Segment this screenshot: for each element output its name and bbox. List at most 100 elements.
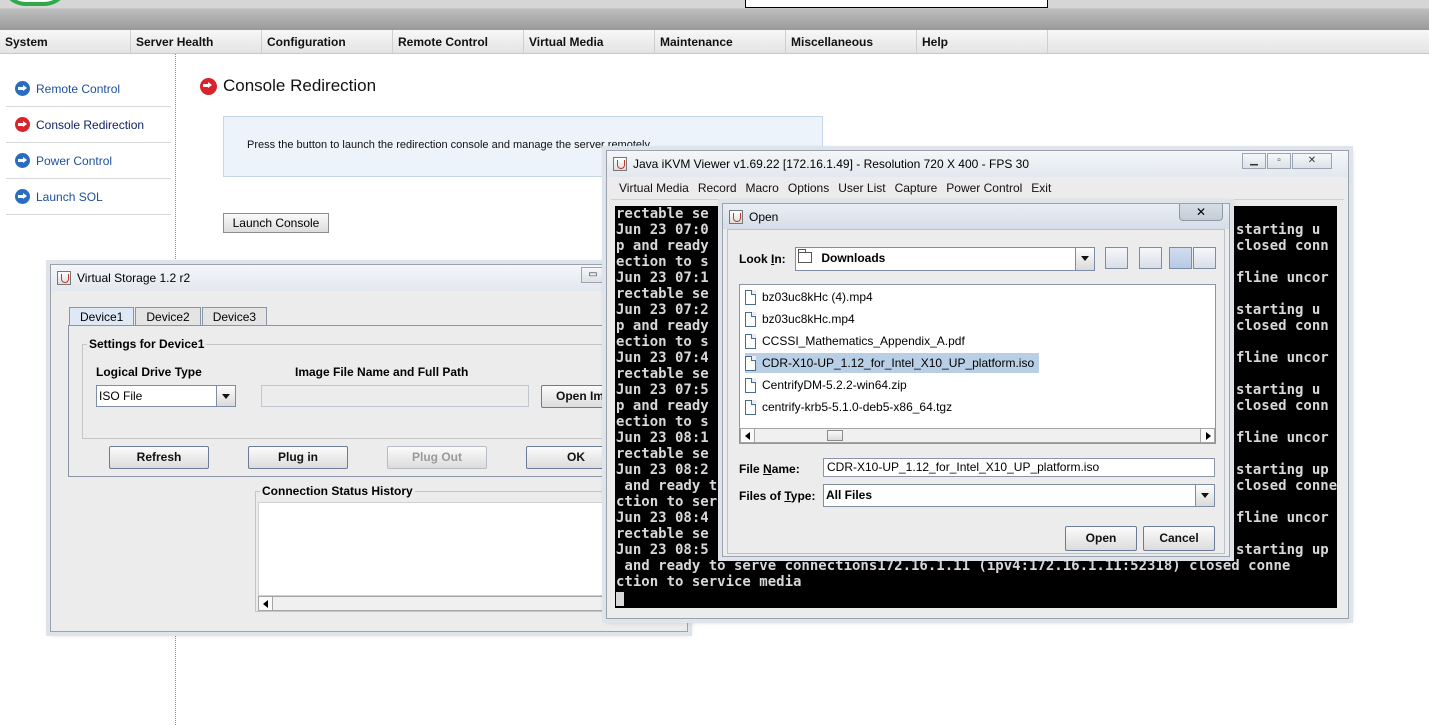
image-path-field[interactable] bbox=[261, 385, 529, 407]
look-in-select[interactable]: Downloads bbox=[795, 247, 1095, 271]
virtual-storage-window: Virtual Storage 1.2 r2 ▭ Device1 Device2… bbox=[50, 264, 688, 632]
refresh-button[interactable]: Refresh bbox=[109, 446, 209, 469]
menu-maintenance[interactable]: Maintenance bbox=[655, 30, 786, 54]
console-line-fragment: fline uncor bbox=[1236, 510, 1329, 526]
console-line: and ready t bbox=[616, 478, 718, 494]
details-view-icon[interactable] bbox=[1193, 247, 1216, 269]
file-item[interactable]: CCSSI_Mathematics_Appendix_A.pdf bbox=[745, 331, 970, 351]
scroll-right-icon[interactable] bbox=[1200, 429, 1214, 442]
file-name-input[interactable]: CDR-X10-UP_1.12_for_Intel_X10_UP_platfor… bbox=[823, 458, 1215, 477]
kvm-menu-macro[interactable]: Macro bbox=[746, 178, 788, 199]
kvm-menu-power-control[interactable]: Power Control bbox=[946, 178, 1031, 199]
sidebar-item-power-control[interactable]: Power Control bbox=[6, 143, 171, 179]
tab-device3[interactable]: Device3 bbox=[201, 307, 268, 326]
menu-remote-control[interactable]: Remote Control bbox=[393, 30, 524, 54]
open-button[interactable]: Open bbox=[1065, 526, 1137, 551]
console-line-fragment: fline uncor bbox=[1236, 270, 1329, 286]
menu-miscellaneous[interactable]: Miscellaneous bbox=[786, 30, 917, 54]
folder-icon bbox=[798, 249, 812, 263]
file-list-hscrollbar[interactable] bbox=[740, 428, 1215, 443]
kvm-menu-exit[interactable]: Exit bbox=[1031, 178, 1060, 199]
home-folder-icon[interactable] bbox=[1139, 247, 1162, 269]
file-name: centrify-krb5-5.1.0-deb5-x86_64.tgz bbox=[762, 400, 953, 414]
file-icon bbox=[745, 355, 756, 371]
menu-help[interactable]: Help bbox=[917, 30, 1048, 54]
kvm-menu-options[interactable]: Options bbox=[788, 178, 838, 199]
console-line-fragment: fline uncor bbox=[1236, 430, 1329, 446]
file-item[interactable]: centrify-krb5-5.1.0-deb5-x86_64.tgz bbox=[745, 397, 957, 417]
scroll-thumb[interactable] bbox=[827, 430, 843, 441]
file-name-label: File Name: bbox=[739, 462, 800, 476]
close-button[interactable]: ✕ bbox=[1179, 204, 1223, 221]
console-line-fragment: starting u bbox=[1236, 382, 1321, 398]
drive-type-select[interactable]: ISO File bbox=[96, 385, 236, 407]
chevron-down-icon bbox=[216, 386, 235, 406]
up-folder-icon[interactable] bbox=[1105, 247, 1128, 269]
cancel-button[interactable]: Cancel bbox=[1143, 526, 1215, 551]
sidebar-item-console-redirection[interactable]: Console Redirection bbox=[6, 107, 171, 143]
file-list[interactable]: bz03uc8kHc (4).mp4 bz03uc8kHc.mp4 CCSSI_… bbox=[739, 284, 1216, 444]
chevron-down-icon bbox=[1075, 248, 1094, 270]
minimize-button[interactable]: ▭ bbox=[581, 267, 605, 283]
files-of-type-select[interactable]: All Files bbox=[823, 484, 1215, 507]
minimize-button[interactable]: ▁ bbox=[1242, 153, 1266, 169]
sidebar-item-launch-sol[interactable]: Launch SOL bbox=[6, 179, 171, 215]
device-tabs: Device1 Device2 Device3 bbox=[69, 307, 268, 327]
console-line: ection to s bbox=[616, 414, 709, 430]
tab-device1[interactable]: Device1 bbox=[69, 307, 135, 327]
menu-server-health[interactable]: Server Health bbox=[131, 30, 262, 54]
history-title: Connection Status History bbox=[260, 484, 415, 498]
ikvm-titlebar[interactable]: Java iKVM Viewer v1.69.22 [172.16.1.49] … bbox=[607, 151, 1348, 177]
console-line: rectable se bbox=[616, 526, 709, 542]
console-line: Jun 23 08:5 bbox=[616, 542, 709, 558]
console-line: Jun 23 07:5 bbox=[616, 382, 709, 398]
top-banner bbox=[0, 0, 1429, 30]
plug-out-button[interactable]: Plug Out bbox=[387, 446, 487, 469]
page-title: Console Redirection bbox=[200, 76, 376, 96]
file-name: CDR-X10-UP_1.12_for_Intel_X10_UP_platfor… bbox=[762, 356, 1035, 370]
sidebar-item-remote-control[interactable]: Remote Control bbox=[6, 71, 171, 107]
file-item[interactable]: CentrifyDM-5.2.2-win64.zip bbox=[745, 375, 912, 395]
console-line-fragment: closed conne bbox=[1236, 478, 1337, 494]
open-dialog-body: Look In: Downloads bz03uc8kHc (4).mp4 bz… bbox=[727, 229, 1225, 554]
console-line-fragment: closed conn bbox=[1236, 398, 1329, 414]
console-line: rectable se bbox=[616, 446, 709, 462]
console-line-fragment: starting u bbox=[1236, 302, 1321, 318]
java-icon bbox=[613, 157, 627, 171]
console-line: Jun 23 08:1 bbox=[616, 430, 709, 446]
console-line: Jun 23 07:1 bbox=[616, 270, 709, 286]
open-dialog-titlebar[interactable]: Open bbox=[723, 204, 1229, 229]
file-item[interactable]: bz03uc8kHc (4).mp4 bbox=[745, 287, 878, 307]
launch-console-button[interactable]: Launch Console bbox=[223, 213, 329, 233]
file-name: CentrifyDM-5.2.2-win64.zip bbox=[762, 378, 907, 392]
arrow-circle-blue-icon bbox=[15, 81, 30, 96]
list-view-icon[interactable] bbox=[1169, 247, 1192, 269]
close-button[interactable]: ✕ bbox=[1292, 153, 1332, 169]
menu-system[interactable]: System bbox=[0, 30, 131, 54]
file-icon bbox=[745, 377, 756, 393]
console-line: Jun 23 08:2 bbox=[616, 462, 709, 478]
look-in-label: Look In: bbox=[739, 252, 786, 266]
console-line-fragment: closed conn bbox=[1236, 238, 1329, 254]
menu-configuration[interactable]: Configuration bbox=[262, 30, 393, 54]
scroll-left-icon[interactable] bbox=[741, 429, 755, 442]
arrow-circle-red-icon bbox=[200, 77, 217, 95]
file-icon bbox=[745, 333, 756, 349]
window-controls: ▭ bbox=[581, 267, 605, 283]
file-item[interactable]: bz03uc8kHc.mp4 bbox=[745, 309, 860, 329]
file-item-selected[interactable]: CDR-X10-UP_1.12_for_Intel_X10_UP_platfor… bbox=[745, 353, 1040, 373]
kvm-menu-record[interactable]: Record bbox=[698, 178, 746, 199]
kvm-menu-capture[interactable]: Capture bbox=[895, 178, 947, 199]
sidebar-item-label: Launch SOL bbox=[36, 189, 103, 204]
window-controls: ▁ ▫ ✕ bbox=[1242, 153, 1332, 169]
tab-device2[interactable]: Device2 bbox=[135, 307, 201, 326]
plug-in-button[interactable]: Plug in bbox=[248, 446, 348, 469]
scroll-left-icon[interactable] bbox=[259, 597, 273, 610]
console-line: Jun 23 07:0 bbox=[616, 222, 709, 238]
kvm-menu-user-list[interactable]: User List bbox=[838, 178, 894, 199]
kvm-menu-virtual-media[interactable]: Virtual Media bbox=[619, 178, 698, 199]
maximize-button[interactable]: ▫ bbox=[1267, 153, 1291, 169]
menu-virtual-media[interactable]: Virtual Media bbox=[524, 30, 655, 54]
console-line: ction to ser bbox=[616, 494, 718, 510]
console-line-fragment: closed conn bbox=[1236, 318, 1329, 334]
